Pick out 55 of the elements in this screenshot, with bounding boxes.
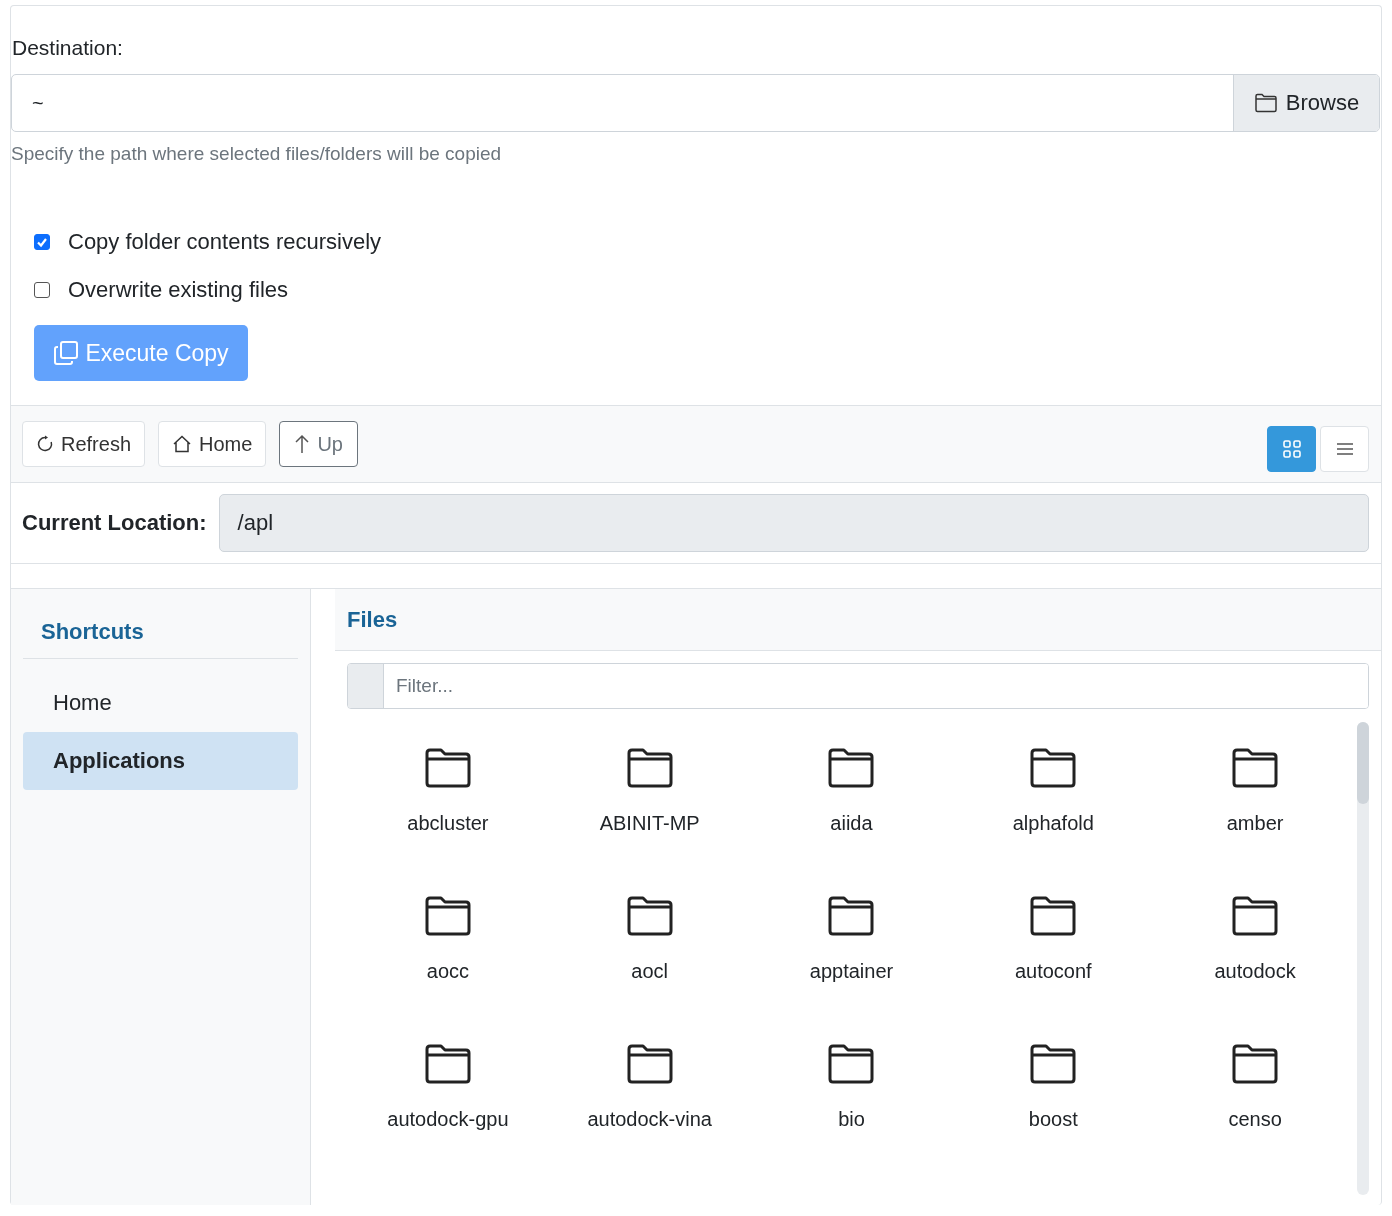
folder-icon[interactable]	[1231, 748, 1280, 788]
folder-name[interactable]: autodock-gpu	[387, 1108, 509, 1131]
folder-icon[interactable]	[1231, 1044, 1280, 1084]
folder-name[interactable]: apptainer	[809, 960, 894, 983]
checkbox-label: Overwrite existing files	[68, 277, 289, 303]
folder-icon[interactable]	[1029, 896, 1078, 936]
home-button[interactable]: Home	[158, 421, 267, 467]
folder-icon[interactable]	[827, 896, 876, 936]
refresh-button[interactable]: Refresh	[22, 421, 146, 467]
grid-icon	[1281, 439, 1302, 459]
folder-name[interactable]: censo	[1228, 1108, 1282, 1131]
folder-icon[interactable]	[827, 748, 876, 788]
folder-name[interactable]: bio	[838, 1108, 865, 1131]
folder-icon[interactable]	[423, 896, 472, 936]
files-title: Files	[335, 589, 1381, 651]
folder-name[interactable]: boost	[1028, 1108, 1078, 1131]
folder-name[interactable]: aiida	[830, 812, 873, 835]
copy-icon	[53, 340, 80, 366]
sidebar-item[interactable]: Applications	[23, 732, 298, 790]
folder-icon[interactable]	[423, 1044, 472, 1084]
checkbox[interactable]	[34, 234, 50, 250]
location-field: /apl	[218, 494, 1369, 552]
folder-icon[interactable]	[625, 748, 674, 788]
grid-view-button[interactable]	[1267, 426, 1316, 472]
folder-name[interactable]: autodock	[1214, 960, 1296, 983]
folder-name[interactable]: aocl	[631, 960, 669, 983]
folder-icon[interactable]	[625, 896, 674, 936]
folder-icon[interactable]	[827, 1044, 876, 1084]
sidebar-title: Shortcuts	[23, 589, 298, 659]
location-label: Current Location:	[22, 510, 207, 536]
folder-icon[interactable]	[1029, 748, 1078, 788]
folder-name[interactable]: alphafold	[1012, 812, 1094, 835]
folder-name[interactable]: amber	[1226, 812, 1284, 835]
folder-name[interactable]: ABINIT-MP	[599, 812, 700, 835]
folder-name[interactable]: autoconf	[1014, 960, 1092, 983]
refresh-icon	[36, 435, 54, 453]
folder-icon[interactable]	[1231, 896, 1280, 936]
help-text: Specify the path where selected files/folders will be copied	[11, 143, 503, 165]
list-view-button[interactable]	[1320, 426, 1369, 472]
folder-name[interactable]: abcluster	[407, 812, 489, 835]
folder-icon[interactable]	[423, 748, 472, 788]
scrollbar[interactable]	[1357, 722, 1369, 1195]
folder-icon[interactable]	[625, 1044, 674, 1084]
folder-name[interactable]: aocc	[426, 960, 469, 983]
folder-name[interactable]: autodock-vina	[587, 1108, 712, 1131]
sidebar-item[interactable]: Home	[23, 674, 298, 732]
checkbox-label: Copy folder contents recursively	[68, 229, 382, 255]
up-button[interactable]: Up	[279, 421, 358, 467]
menu-icon	[1335, 442, 1354, 456]
checkbox[interactable]	[34, 282, 50, 298]
home-icon	[172, 435, 193, 453]
destination-label: Destination:	[11, 36, 124, 60]
folder-icon[interactable]	[1029, 1044, 1078, 1084]
up-arrow-icon	[294, 434, 311, 454]
filter-field[interactable]: Filter...	[347, 663, 1369, 709]
